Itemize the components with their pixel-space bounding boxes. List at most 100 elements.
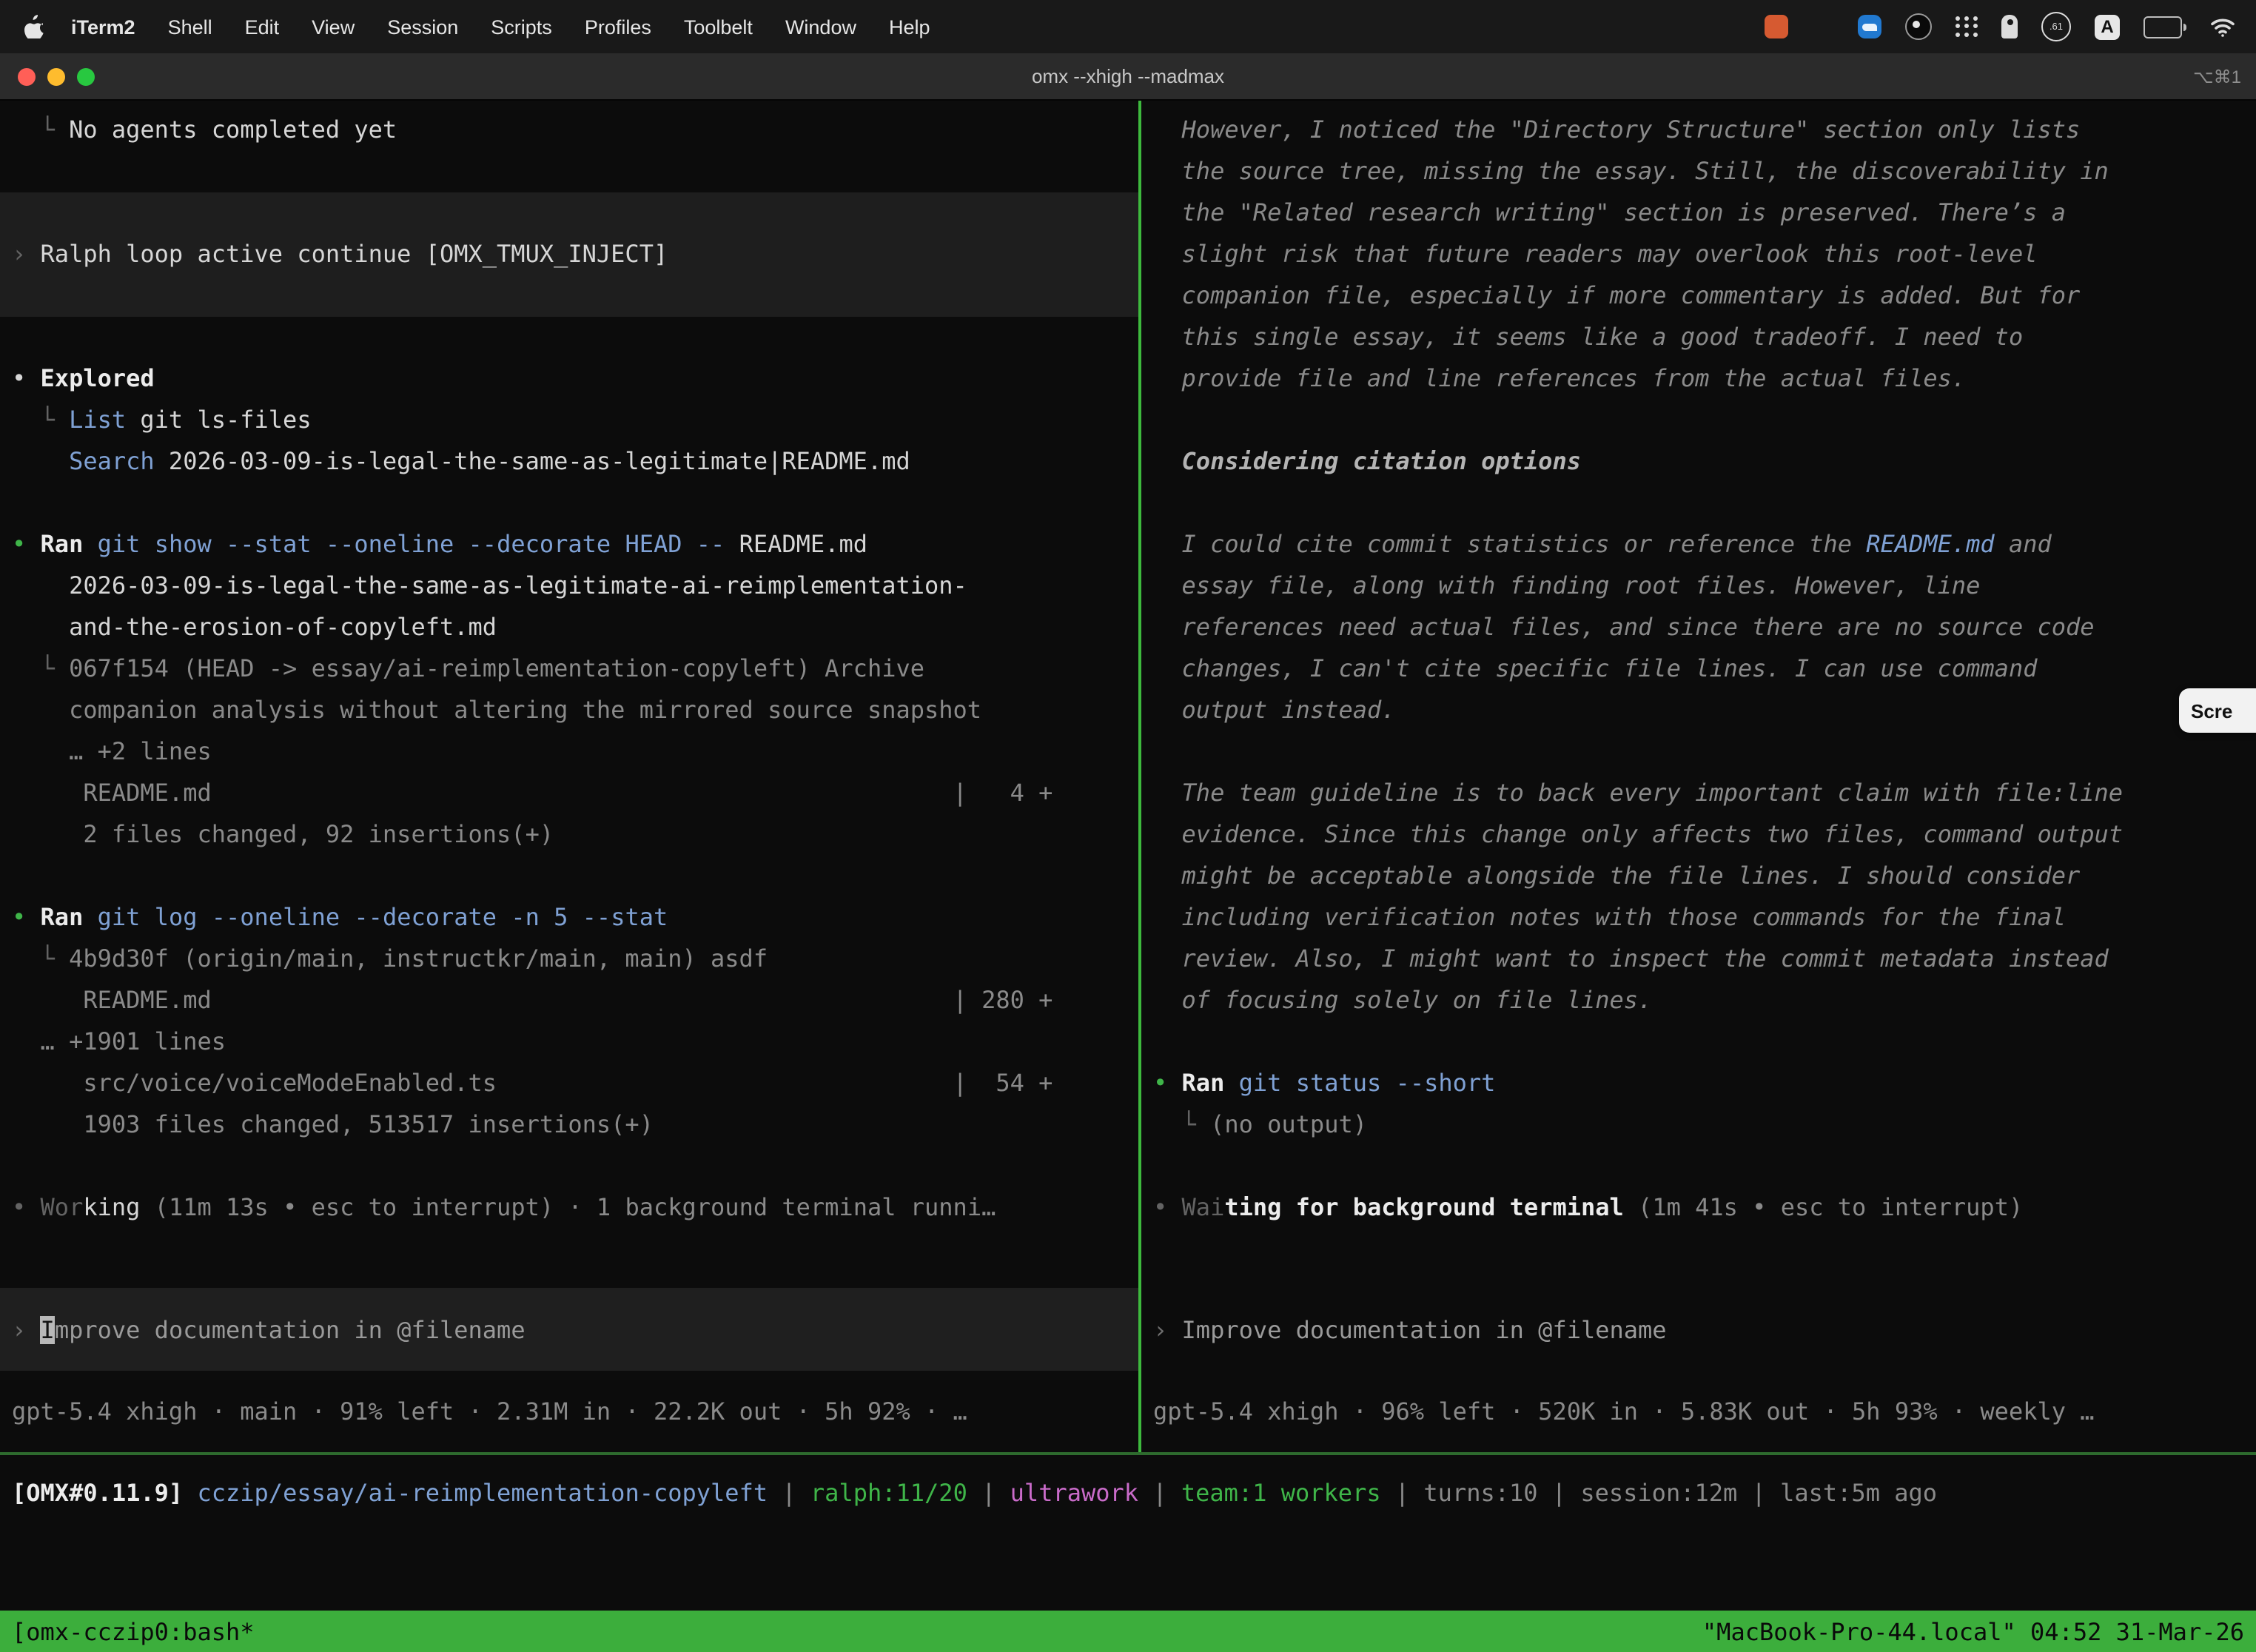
window-grid-icon[interactable] bbox=[1812, 17, 1834, 36]
blue-app-icon[interactable] bbox=[1858, 15, 1881, 38]
terminal-line: 1903 files changed, 513517 insertions(+) bbox=[0, 1104, 1138, 1146]
terminal-line: review. Also, I might want to inspect th… bbox=[1141, 939, 2256, 980]
terminal-line bbox=[0, 1146, 1138, 1187]
apple-icon bbox=[24, 15, 44, 38]
terminal-line: might be acceptable alongside the file l… bbox=[1141, 856, 2256, 897]
terminal-line bbox=[1141, 1021, 2256, 1063]
terminal-line: └ 4b9d30f (origin/main, instructkr/main,… bbox=[0, 939, 1138, 980]
screen-recording-icon[interactable] bbox=[1765, 15, 1788, 38]
prompt-input-text: Improve documentation in @filename bbox=[1182, 1315, 1667, 1343]
terminal-line: … +1901 lines bbox=[0, 1021, 1138, 1063]
dark-app-icon[interactable] bbox=[1905, 13, 1932, 40]
dots-grid-icon[interactable] bbox=[1955, 16, 1978, 38]
terminal-line: README.md | 4 + bbox=[0, 773, 1138, 814]
terminal-line bbox=[0, 483, 1138, 524]
terminal-line: provide file and line references from th… bbox=[1141, 358, 2256, 400]
window-shortcut-badge: ⌥⌘1 bbox=[2193, 66, 2241, 87]
prompt-input-left[interactable]: › Improve documentation in @filename bbox=[0, 1288, 1138, 1371]
gauge-value: .61 bbox=[2049, 21, 2063, 32]
terminal-line: • Waiting for background terminal (1m 41… bbox=[1141, 1187, 2256, 1229]
prompt-chevron: › bbox=[1153, 1315, 1182, 1343]
menu-item-iterm2[interactable]: iTerm2 bbox=[71, 16, 135, 38]
terminal-line bbox=[0, 192, 1138, 234]
macos-menu-bar: iTerm2 Shell Edit View Session Scripts Profile… bbox=[0, 0, 2256, 53]
menu-item-edit[interactable]: Edit bbox=[245, 16, 280, 38]
terminal-line: However, I noticed the "Directory Struct… bbox=[1141, 110, 2256, 151]
terminal-line: companion analysis without altering the … bbox=[0, 690, 1138, 731]
terminal-line: Search 2026-03-09-is-legal-the-same-as-l… bbox=[0, 441, 1138, 483]
menu-item-profiles[interactable]: Profiles bbox=[585, 16, 651, 38]
terminal-line: essay file, along with finding root file… bbox=[1141, 565, 2256, 607]
right-pane[interactable]: However, I noticed the "Directory Struct… bbox=[1141, 101, 2256, 1452]
menu-item-scripts[interactable]: Scripts bbox=[491, 16, 552, 38]
menu-item-shell[interactable]: Shell bbox=[168, 16, 212, 38]
terminal-line bbox=[0, 856, 1138, 897]
terminal-line: evidence. Since this change only affects… bbox=[1141, 814, 2256, 856]
wifi-icon[interactable] bbox=[2210, 17, 2235, 36]
terminal-line: … +2 lines bbox=[0, 731, 1138, 773]
terminal-line: └ (no output) bbox=[1141, 1104, 2256, 1146]
input-source-icon[interactable]: A bbox=[2095, 14, 2120, 39]
screen-share-pill-label: Scre bbox=[2191, 699, 2232, 722]
terminal-line: README.md | 280 + bbox=[0, 980, 1138, 1021]
battery-icon[interactable] bbox=[2143, 16, 2186, 38]
terminal-line: and-the-erosion-of-copyleft.md bbox=[0, 607, 1138, 648]
prompt-input-text: mprove documentation in @filename bbox=[55, 1315, 526, 1343]
terminal-line bbox=[0, 317, 1138, 358]
terminal-line: • Ran git show --stat --oneline --decora… bbox=[0, 524, 1138, 565]
terminal-line: 2 files changed, 92 insertions(+) bbox=[0, 814, 1138, 856]
tmux-session-name: [omx-cczip0:bash* bbox=[12, 1617, 255, 1645]
terminal-line: └ List git ls-files bbox=[0, 400, 1138, 441]
session-status-right: gpt-5.4 xhigh · 96% left · 520K in · 5.8… bbox=[1141, 1391, 2256, 1433]
menu-items: iTerm2 Shell Edit View Session Scripts Profile… bbox=[71, 16, 930, 38]
window-title-bar: omx --xhigh --madmax ⌥⌘1 bbox=[0, 53, 2256, 101]
prompt-chevron: › bbox=[12, 1315, 41, 1343]
prompt-input-right[interactable]: › Improve documentation in @filename bbox=[1141, 1288, 2256, 1371]
screen-share-pill[interactable]: Scre bbox=[2179, 688, 2256, 733]
terminal-line: Considering citation options bbox=[1141, 441, 2256, 483]
terminal-line: the source tree, missing the essay. Stil… bbox=[1141, 151, 2256, 192]
menu-item-window[interactable]: Window bbox=[785, 16, 856, 38]
terminal-line: changes, I can't cite specific file line… bbox=[1141, 648, 2256, 690]
terminal-line: [OMX#0.11.9] cczip/essay/ai-reimplementa… bbox=[0, 1473, 2256, 1514]
menu-item-session[interactable]: Session bbox=[387, 16, 458, 38]
terminal-body: └ No agents completed yet › Ralph loop a… bbox=[0, 101, 2256, 1611]
tmux-panes: └ No agents completed yet › Ralph loop a… bbox=[0, 101, 2256, 1452]
terminal-line bbox=[1141, 483, 2256, 524]
omx-status-line: [OMX#0.11.9] cczip/essay/ai-reimplementa… bbox=[0, 1473, 2256, 1514]
terminal-line: • Working (11m 13s • esc to interrupt) ·… bbox=[0, 1187, 1138, 1229]
terminal-line: of focusing solely on file lines. bbox=[1141, 980, 2256, 1021]
apple-menu[interactable] bbox=[21, 13, 47, 40]
terminal-line: src/voice/voiceModeEnabled.ts | 54 + bbox=[0, 1063, 1138, 1104]
terminal-line: 2026-03-09-is-legal-the-same-as-legitima… bbox=[0, 565, 1138, 607]
menu-item-toolbelt[interactable]: Toolbelt bbox=[684, 16, 753, 38]
input-source-letter: A bbox=[2101, 16, 2113, 37]
terminal-line: the "Related research writing" section i… bbox=[1141, 192, 2256, 234]
terminal-line: The team guideline is to back every impo… bbox=[1141, 773, 2256, 814]
terminal-line: • Ran git status --short bbox=[1141, 1063, 2256, 1104]
key-icon[interactable] bbox=[2001, 15, 2018, 38]
terminal-line: companion file, especially if more comme… bbox=[1141, 275, 2256, 317]
terminal-line bbox=[1141, 731, 2256, 773]
left-pane-lines: └ No agents completed yet › Ralph loop a… bbox=[0, 110, 1138, 1229]
terminal-line bbox=[1141, 1146, 2256, 1187]
window-title: omx --xhigh --madmax bbox=[0, 65, 2256, 87]
screenshot-root: iTerm2 Shell Edit View Session Scripts Profile… bbox=[0, 0, 2256, 1652]
session-status-left: gpt-5.4 xhigh · main · 91% left · 2.31M … bbox=[0, 1391, 1138, 1433]
terminal-line: › Ralph loop active continue [OMX_TMUX_I… bbox=[0, 234, 1138, 275]
terminal-line: └ 067f154 (HEAD -> essay/ai-reimplementa… bbox=[0, 648, 1138, 690]
right-pane-lines: However, I noticed the "Directory Struct… bbox=[1141, 110, 2256, 1229]
terminal-line: I could cite commit statistics or refere… bbox=[1141, 524, 2256, 565]
terminal-line: references need actual files, and since … bbox=[1141, 607, 2256, 648]
terminal-line: slight risk that future readers may over… bbox=[1141, 234, 2256, 275]
terminal-line: └ No agents completed yet bbox=[0, 110, 1138, 151]
menu-item-help[interactable]: Help bbox=[889, 16, 930, 38]
battery-gauge-icon[interactable]: .61 bbox=[2041, 12, 2071, 41]
menu-item-view[interactable]: View bbox=[312, 16, 355, 38]
terminal-line bbox=[0, 151, 1138, 192]
menu-bar-status-icons: .61 A bbox=[1765, 12, 2235, 41]
left-pane[interactable]: └ No agents completed yet › Ralph loop a… bbox=[0, 101, 1138, 1452]
terminal-line: including verification notes with those … bbox=[1141, 897, 2256, 939]
terminal-line: • Ran git log --oneline --decorate -n 5 … bbox=[0, 897, 1138, 939]
terminal-line bbox=[1141, 400, 2256, 441]
